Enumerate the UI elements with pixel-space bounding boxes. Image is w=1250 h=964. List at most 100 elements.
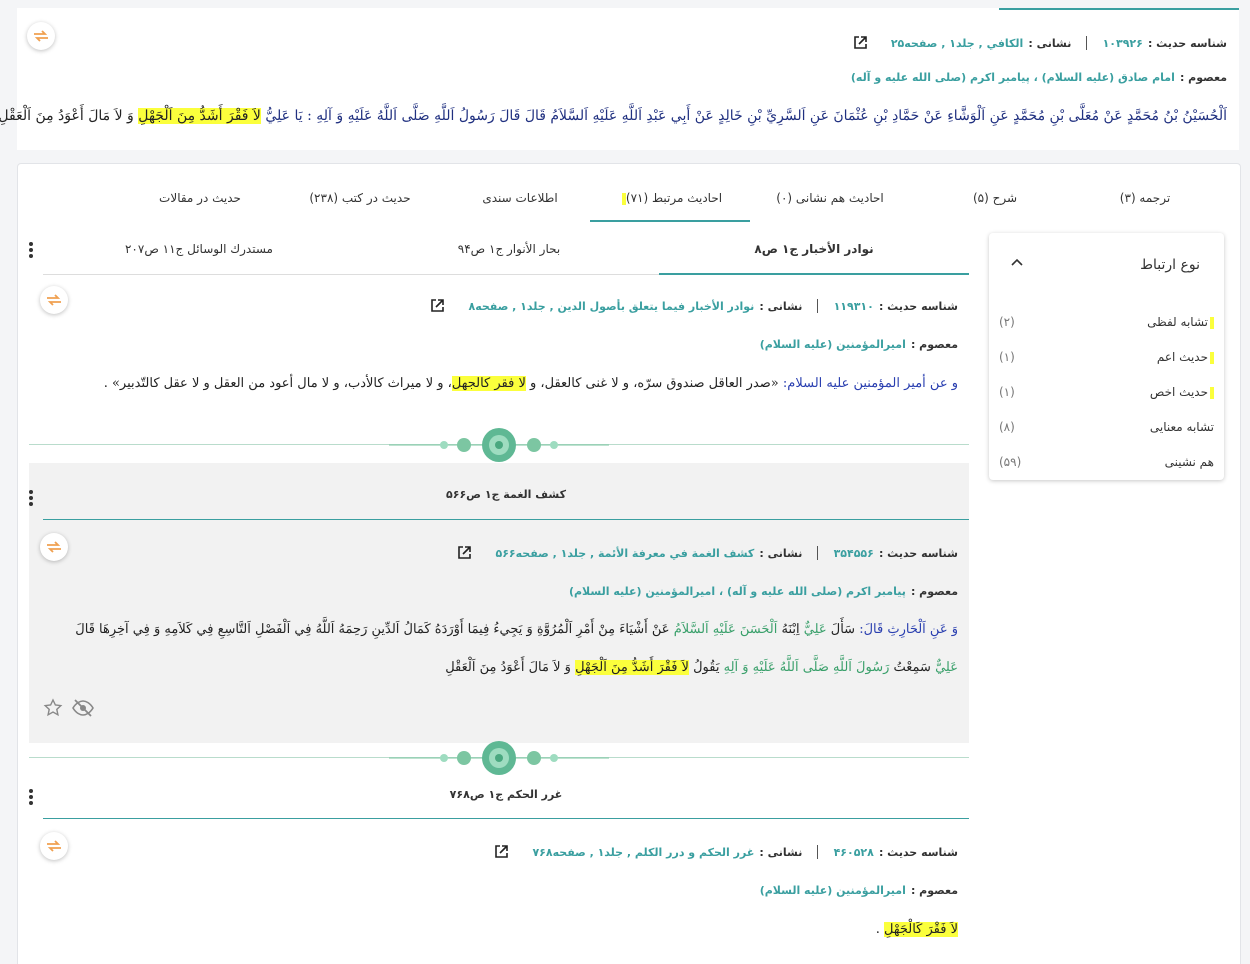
hadith1-masum-row: معصوم : امیرالمؤمنین (علیه السلام): [760, 333, 958, 352]
external-link-icon[interactable]: [853, 36, 867, 49]
hadith-id-value[interactable]: ۱۰۳۹۲۶: [1103, 37, 1143, 50]
hadith-text: اَلْحُسَيْنُ بْنُ مُحَمَّدٍ عَنْ مُعَلَّ…: [0, 108, 1227, 124]
tab-translation[interactable]: ترجمه (۳): [1080, 191, 1210, 205]
hadith-text-rest: وَ لاَ مَالَ أَعْوَدُ مِنَ اَلْعَقْلِ .: [0, 108, 134, 124]
hadith-id-value[interactable]: ۱۱۹۳۱۰: [834, 300, 874, 313]
star-icon[interactable]: [43, 698, 63, 718]
ornament-divider: [29, 425, 969, 465]
subtabs-row: نوادر الأخبار ج۱ ص۸ بحار الأنوار ج۱ ص۹۴ …: [43, 232, 969, 275]
relation-filter-card: نوع ارتباط تشابه لفظی (۲) حدیث اعم (۱) ح…: [989, 233, 1224, 480]
hadith-id-value[interactable]: ۴۶۰۵۲۸: [834, 846, 874, 859]
swap-arrows-icon: [34, 30, 48, 42]
hadith2-masum-row: معصوم : پیامبر اکرم (صلی الله علیه و آله…: [569, 580, 958, 599]
masum-value[interactable]: امیرالمؤمنین (علیه السلام): [760, 884, 906, 897]
hadith2-meta-row: شناسه حدیث : ۳۵۴۵۵۶ نشانی : كشف الغمة في…: [458, 542, 958, 561]
filter-count: (۱): [999, 350, 1015, 364]
nishani-link[interactable]: غرر الحکم و درر الکلم , جلد۱ , صفحه۷۶۸: [532, 846, 754, 859]
masum-value[interactable]: پیامبر اکرم (صلی الله علیه و آله) ، امیر…: [569, 585, 906, 598]
hadith-text-rest: .: [875, 922, 885, 937]
masum-label: معصوم :: [910, 585, 958, 598]
hadith-meta-row: شناسه حدیث : ۱۰۳۹۲۶ نشانی : الكافي , جلد…: [853, 32, 1227, 51]
main-hadith-card: شناسه حدیث : ۱۰۳۹۲۶ نشانی : الكافي , جلد…: [0, 8, 1239, 150]
filter-item-aam[interactable]: حدیث اعم: [1157, 350, 1216, 364]
hadith-text-rest: ، و لا ميراث كالأدب، و لا مال أعود من ال…: [103, 376, 452, 391]
external-link-icon[interactable]: [495, 845, 509, 858]
swap-arrows-icon: [47, 541, 61, 553]
hadith3-divider: [43, 818, 969, 819]
nishani-label: نشانی :: [759, 300, 803, 313]
hadith-text-chain: اَلْحُسَيْنُ بْنُ مُحَمَّدٍ عَنْ مُعَلَّ…: [265, 108, 1227, 124]
subtab-bihar[interactable]: بحار الأنوار ج۱ ص۹۴: [359, 242, 659, 256]
hadith-id-label: شناسه حدیث :: [878, 547, 958, 560]
active-tab-underline: [590, 220, 750, 222]
active-subtab-underline: [659, 273, 969, 275]
filter-count: (۵۹): [999, 455, 1022, 469]
related-arrows-button[interactable]: [40, 832, 68, 860]
filter-count: (۸): [999, 420, 1015, 434]
hadith-id-value[interactable]: ۳۵۴۵۵۶: [834, 547, 874, 560]
separator: [1086, 35, 1088, 50]
filter-count: (۲): [999, 315, 1015, 329]
masum-label: معصوم :: [910, 338, 958, 351]
ornament-divider: [29, 738, 969, 778]
separator: [817, 545, 819, 560]
hadith2-text-line1: وَ عَنِ اَلْحَارِثِ قَالَ: سَأَلَ عَلِيٌ…: [75, 622, 958, 637]
hadith2-text-line2: عَلِيٌّ سَمِعْتُ رَسُولَ اَللَّهِ صَلَّى…: [445, 660, 958, 675]
related-arrows-button[interactable]: [40, 286, 68, 314]
hadith-text-chain: و عن أمير المؤمنين عليه السلام:: [782, 376, 958, 391]
hadith-text: «صدر العاقل صندوق سرّه، و لا غنى كالعقل،…: [530, 376, 783, 391]
external-link-icon[interactable]: [431, 299, 445, 312]
hadith-text-highlight: لاَ فَقْرَ كَالْجَهْلِ: [884, 922, 958, 937]
masum-label: معصوم :: [1179, 71, 1227, 84]
hadith-text-highlight: لاَ فَقْرَ أَشَدُّ مِنَ اَلْجَهْلِ: [138, 108, 261, 124]
hadith-id-label: شناسه حدیث :: [878, 300, 958, 313]
hadith1-text: و عن أمير المؤمنين عليه السلام: «صدر الع…: [104, 376, 958, 391]
tab-related-hadiths[interactable]: احادیث مرتبط (۷۱): [592, 191, 750, 205]
external-link-icon[interactable]: [458, 546, 472, 559]
nishani-label: نشانی :: [1028, 37, 1072, 50]
hadith2-block: [29, 463, 969, 743]
more-menu-button-3[interactable]: [29, 789, 33, 807]
tab-in-articles[interactable]: حدیث در مقالات: [125, 191, 275, 205]
nishani-label: نشانی :: [759, 547, 803, 560]
filter-item-akhas[interactable]: حدیث اخص: [1150, 385, 1216, 399]
nishani-link[interactable]: نوادر الأخبار فيما يتعلق بأصول الدين , ج…: [468, 300, 754, 313]
hadith-id-label: شناسه حدیث :: [878, 846, 958, 859]
tab-same-nishani[interactable]: احادیث هم نشانی (۰): [755, 191, 905, 205]
filter-item-manayi[interactable]: تشابه معنایی: [1150, 420, 1214, 434]
filter-title: نوع ارتباط: [1140, 257, 1200, 273]
tab-sanad-info[interactable]: اطلاعات سندی: [455, 191, 585, 205]
masum-value[interactable]: امیرالمؤمنین (علیه السلام): [760, 338, 906, 351]
filter-item-hamneshini[interactable]: هم نشینی: [1165, 455, 1214, 469]
hadith3-book-title: غرر الحکم ج۱ ص۷۶۸: [449, 788, 563, 801]
chevron-up-icon[interactable]: [1011, 258, 1023, 266]
filter-item-lafzi[interactable]: تشابه لفظی: [1147, 315, 1216, 329]
hadith3-meta-row: شناسه حدیث : ۴۶۰۵۲۸ نشانی : غرر الحکم و …: [495, 841, 958, 860]
related-arrows-button[interactable]: [27, 22, 55, 50]
more-menu-button-1[interactable]: [29, 242, 33, 260]
hadith-id-label: شناسه حدیث :: [1147, 37, 1227, 50]
hadith-text-highlight: لاَ فَقْرَ أَشَدُّ مِنَ اَلْجَهْلِ: [575, 660, 689, 675]
tab-sharh[interactable]: شرح (۵): [930, 191, 1060, 205]
swap-arrows-icon: [47, 294, 61, 306]
nishani-link[interactable]: كشف الغمة في معرفة الأئمة , جلد۱ , صفحه۵…: [495, 547, 754, 560]
swap-arrows-icon: [47, 840, 61, 852]
tab-in-books[interactable]: حدیث در کتب (۲۳۸): [285, 191, 435, 205]
hadith1-meta-row: شناسه حدیث : ۱۱۹۳۱۰ نشانی : نوادر الأخبا…: [431, 295, 958, 314]
ornament-icon: [389, 741, 609, 775]
hadith2-book-title: کشف الغمة ج۱ ص۵۶۶: [446, 488, 566, 501]
more-menu-button-2[interactable]: [29, 490, 33, 508]
masum-label: معصوم :: [910, 884, 958, 897]
subtab-nawadir[interactable]: نوادر الأخبار ج۱ ص۸: [659, 242, 969, 256]
masum-row: معصوم : امام صادق (علیه السلام) ، پیامبر…: [851, 66, 1227, 85]
subtab-mustadrak[interactable]: مستدرك الوسائل ج۱۱ ص۲۰۷: [49, 242, 349, 256]
hadith2-divider: [43, 519, 969, 520]
hadith3-text: لاَ فَقْرَ كَالْجَهْلِ .: [876, 922, 958, 937]
nishani-link[interactable]: الكافي , جلد۱ , صفحه۲۵: [891, 37, 1024, 50]
eye-off-icon[interactable]: [71, 698, 95, 718]
related-arrows-button[interactable]: [40, 533, 68, 561]
masum-value[interactable]: امام صادق (علیه السلام) ، پیامبر اکرم (ص…: [851, 71, 1175, 84]
ornament-icon: [389, 428, 609, 462]
filter-count: (۱): [999, 385, 1015, 399]
hadith3-masum-row: معصوم : امیرالمؤمنین (علیه السلام): [760, 879, 958, 898]
